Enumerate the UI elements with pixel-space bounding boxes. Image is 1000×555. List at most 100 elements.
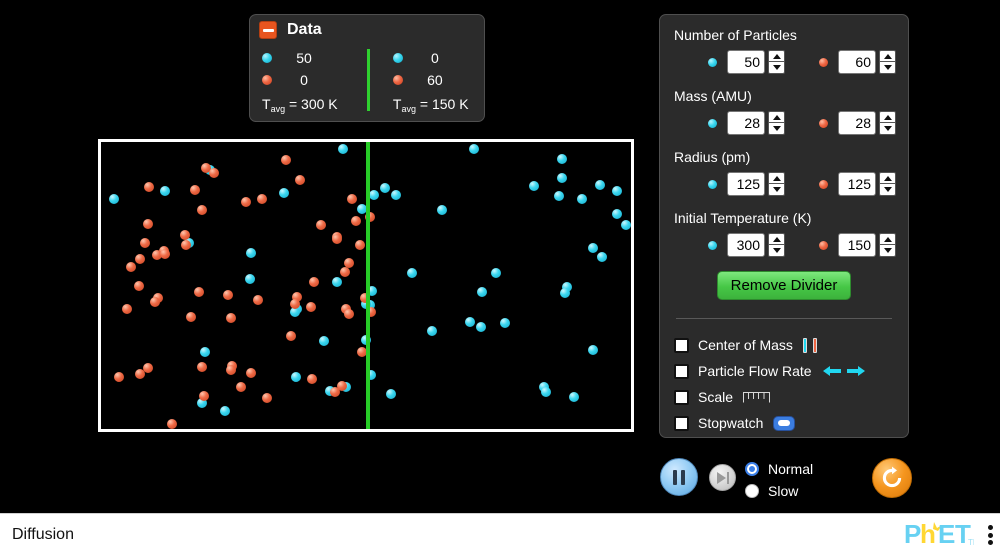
remove-divider-button[interactable]: Remove Divider	[716, 271, 852, 300]
red-particle	[226, 313, 236, 323]
increment-button[interactable]	[768, 50, 785, 62]
cyan-particle	[554, 191, 564, 201]
cyan-particle-icon	[708, 57, 717, 67]
pause-icon	[673, 469, 677, 485]
stopwatch-checkbox[interactable]	[674, 415, 689, 431]
radio-slow[interactable]	[745, 484, 759, 498]
phet-menu-button[interactable]	[988, 525, 993, 545]
checkbox-row-center-of-mass[interactable]: Center of Mass	[674, 332, 894, 358]
number-of-particles-cyan-value[interactable]: 50	[727, 50, 765, 74]
center-of-mass-cyan-bar	[802, 337, 807, 353]
red-particle	[122, 304, 132, 314]
pause-button[interactable]	[660, 458, 698, 496]
initial-temperature-red-spinner[interactable]: 150	[819, 233, 896, 257]
cyan-particle	[160, 186, 170, 196]
cyan-particle	[560, 288, 570, 298]
red-particle	[246, 368, 256, 378]
decrement-button[interactable]	[768, 62, 785, 74]
stopwatch-label: Stopwatch	[698, 415, 764, 431]
cyan-particle	[569, 392, 579, 402]
red-particle	[295, 175, 305, 185]
initial-temperature-red-arrows	[879, 233, 896, 257]
red-particle	[186, 312, 196, 322]
initial-temperature-label: Initial Temperature (K)	[674, 210, 812, 226]
data-collapse-button[interactable]	[259, 21, 277, 39]
step-forward-button[interactable]	[709, 464, 736, 491]
data-right-temp-sub: avg	[401, 104, 416, 114]
mass-cyan-value[interactable]: 28	[727, 111, 765, 135]
speed-option-slow[interactable]: Slow	[745, 480, 813, 502]
red-particle	[262, 393, 272, 403]
red-particle	[181, 240, 191, 250]
chevron-down-icon	[772, 65, 781, 70]
checkbox-row-scale[interactable]: Scale	[674, 384, 894, 410]
red-particle	[330, 387, 340, 397]
reset-all-icon	[882, 466, 902, 488]
mass-red-value[interactable]: 28	[838, 111, 876, 135]
data-left-temp-symbol: T	[262, 96, 271, 112]
red-particle	[126, 262, 136, 272]
number-of-particles-red-value[interactable]: 60	[838, 50, 876, 74]
decrement-button[interactable]	[768, 245, 785, 257]
data-right-temp-value: = 150 K	[419, 96, 469, 112]
increment-button[interactable]	[768, 111, 785, 123]
decrement-button[interactable]	[879, 184, 896, 196]
svg-text:h: h	[920, 521, 936, 549]
radius-cyan-spinner[interactable]: 125	[708, 172, 785, 196]
cyan-particle	[279, 188, 289, 198]
reset-all-button[interactable]	[872, 458, 912, 498]
initial-temperature-cyan-value[interactable]: 300	[727, 233, 765, 257]
cyan-particle	[491, 268, 501, 278]
radius-red-value[interactable]: 125	[838, 172, 876, 196]
speed-normal-label: Normal	[768, 461, 814, 477]
red-particle-icon	[819, 118, 828, 128]
increment-button[interactable]	[879, 50, 896, 62]
initial-temperature-cyan-spinner[interactable]: 300	[708, 233, 785, 257]
cyan-particle	[220, 406, 230, 416]
initial-temperature-red-value[interactable]: 150	[838, 233, 876, 257]
data-right-cyan-count: 0	[431, 50, 439, 66]
cyan-particle	[557, 173, 567, 183]
cyan-particle-icon	[708, 179, 717, 189]
cyan-particle	[437, 205, 447, 215]
decrement-button[interactable]	[879, 62, 896, 74]
red-particle-icon	[262, 75, 272, 85]
increment-button[interactable]	[768, 233, 785, 245]
red-particle	[351, 216, 361, 226]
particle-container[interactable]	[98, 139, 634, 432]
center-of-mass-checkbox[interactable]	[674, 337, 689, 353]
speed-option-normal[interactable]: Normal	[745, 458, 813, 480]
phet-logo[interactable]: P h E T TM	[904, 519, 980, 554]
sim-title: Diffusion	[12, 526, 74, 543]
checkbox-row-particle-flow-rate[interactable]: Particle Flow Rate	[674, 358, 894, 384]
decrement-button[interactable]	[879, 245, 896, 257]
chevron-down-icon	[883, 126, 892, 131]
decrement-button[interactable]	[879, 123, 896, 135]
increment-button[interactable]	[879, 111, 896, 123]
particle-flow-rate-checkbox[interactable]	[674, 363, 689, 379]
cyan-particle	[612, 209, 622, 219]
decrement-button[interactable]	[768, 123, 785, 135]
initial-temperature-row: 300 150	[674, 233, 896, 257]
cyan-particle	[386, 389, 396, 399]
number-of-particles-cyan-spinner[interactable]: 50	[708, 50, 785, 74]
red-particle	[286, 331, 296, 341]
radio-normal[interactable]	[745, 462, 759, 476]
decrement-button[interactable]	[768, 184, 785, 196]
particle-flow-rate-label: Particle Flow Rate	[698, 363, 812, 379]
red-particle	[167, 419, 177, 429]
cyan-particle	[477, 287, 487, 297]
data-panel-header[interactable]: Data	[250, 15, 484, 45]
cyan-particle	[541, 387, 551, 397]
radius-red-spinner[interactable]: 125	[819, 172, 896, 196]
checkbox-row-stopwatch[interactable]: Stopwatch	[674, 410, 894, 436]
scale-checkbox[interactable]	[674, 389, 689, 405]
radius-cyan-value[interactable]: 125	[727, 172, 765, 196]
increment-button[interactable]	[768, 172, 785, 184]
number-of-particles-red-spinner[interactable]: 60	[819, 50, 896, 74]
initial-temperature-cyan-arrows	[768, 233, 785, 257]
increment-button[interactable]	[879, 233, 896, 245]
mass-red-spinner[interactable]: 28	[819, 111, 896, 135]
mass-cyan-spinner[interactable]: 28	[708, 111, 785, 135]
increment-button[interactable]	[879, 172, 896, 184]
